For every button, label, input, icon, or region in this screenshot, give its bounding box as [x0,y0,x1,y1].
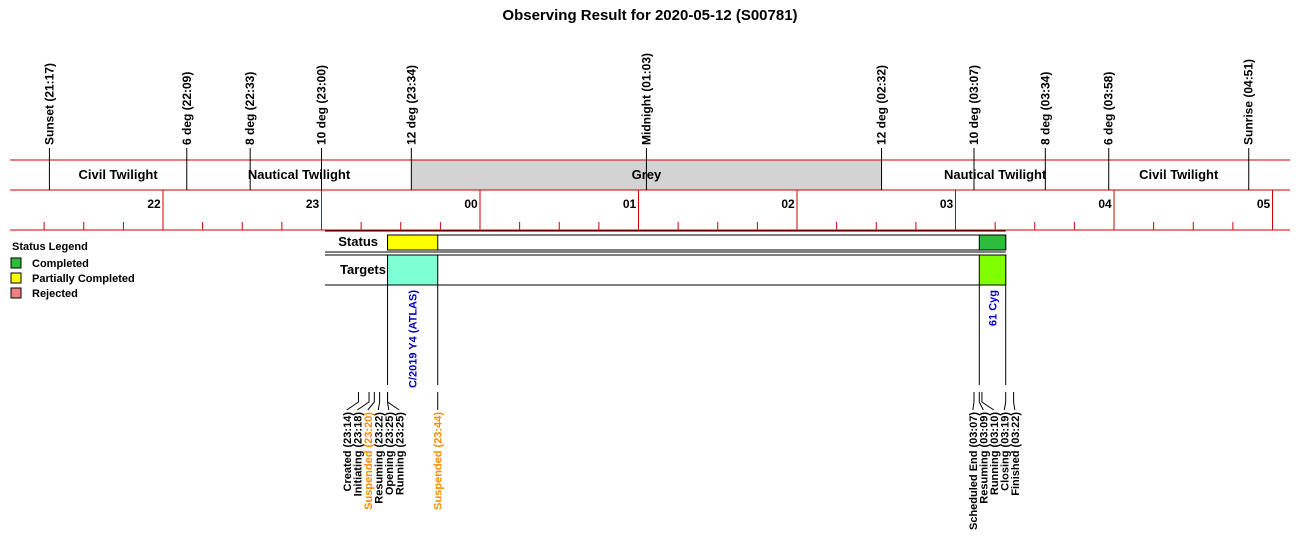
chart-title: Observing Result for 2020-05-12 (S00781) [502,7,797,24]
sky-event-0-label: Sunset (21:17) [42,63,56,145]
hour-label-04: 04 [1098,197,1112,211]
target-segment-0 [387,254,439,286]
sky-event-3-label: 10 deg (23:00) [315,65,329,145]
observing-timeline-chart: Observing Result for 2020-05-12 (S00781)… [10,7,1290,530]
log-event-3-leader [377,392,381,411]
hour-label-23: 23 [306,197,320,211]
sky-event-9-label: 6 deg (03:58) [1102,72,1116,145]
time-axis: 22 23 00 01 02 03 04 05 [10,190,1290,231]
hour-label-02: 02 [781,197,795,211]
log-event-7-leader [972,392,975,411]
legend-swatch-2 [10,287,22,299]
status-legend: Status Legend Completed Partially Complete… [10,241,135,300]
hour-label-05: 05 [1257,197,1271,211]
sky-event-1-label: 6 deg (22:09) [180,72,194,145]
log-event-5-leader [387,392,400,411]
status-segment-1 [978,234,1007,251]
sky-event-6-label: 12 deg (02:32) [875,65,889,145]
log-event-6-label: Suspended (23:44) [433,412,445,510]
legend-swatch-1 [10,272,22,284]
sky-event-10-label: Sunrise (04:51) [1242,59,1256,145]
log-event-1-leader [356,392,370,411]
twilight-bands: Civil Twilight Nautical Twilight Grey Nauti… [10,159,1290,191]
band-4-label: Civil Twilight [1139,167,1219,182]
target-1-name: 61 Cyg [987,290,999,326]
log-event-11-leader [1013,392,1016,411]
sky-event-8-label: 8 deg (03:34) [1038,72,1052,145]
sky-event-2-label: 8 deg (22:33) [243,72,257,145]
log-events: Created (23:14)Initiating (23:18)Suspend… [342,392,1022,530]
target-0-name: C/2019 Y4 (ATLAS) [408,290,420,388]
sky-event-4-label: 12 deg (23:34) [404,65,418,145]
targets-row-label: Targets [340,262,386,277]
legend-label-2: Rejected [32,288,78,300]
hour-label-03: 03 [940,197,954,211]
log-event-5-label: Running (23:25) [394,412,406,495]
status-row-label: Status [338,234,378,249]
sky-event-5-label: Midnight (01:03) [639,53,653,145]
band-0-label: Civil Twilight [78,167,158,182]
sky-event-7-label: 10 deg (03:07) [967,65,981,145]
legend-label-1: Partially Completed [32,273,135,285]
log-event-10-leader [1003,392,1007,411]
hour-label-01: 01 [623,197,637,211]
status-segment-0 [387,234,439,251]
legend-swatch-0 [10,257,22,269]
status-row-frame [387,234,1007,251]
targets-row-frame [387,254,1007,286]
log-event-0-leader [346,392,359,411]
hour-label-22: 22 [147,197,161,211]
log-event-8-leader [978,392,984,411]
legend-label-0: Completed [32,258,89,270]
status-and-target-rows: Status Targets C/2019 Y4 (ATLAS) 61 Cyg [325,230,1007,388]
band-3-label: Nautical Twilight [944,167,1047,182]
legend-title: Status Legend [12,241,88,253]
hour-label-00: 00 [464,197,478,211]
log-event-11-label: Finished (03:22) [1010,412,1022,496]
log-event-9-leader [981,392,995,411]
band-1-label: Nautical Twilight [248,167,351,182]
target-segment-1 [978,254,1007,286]
